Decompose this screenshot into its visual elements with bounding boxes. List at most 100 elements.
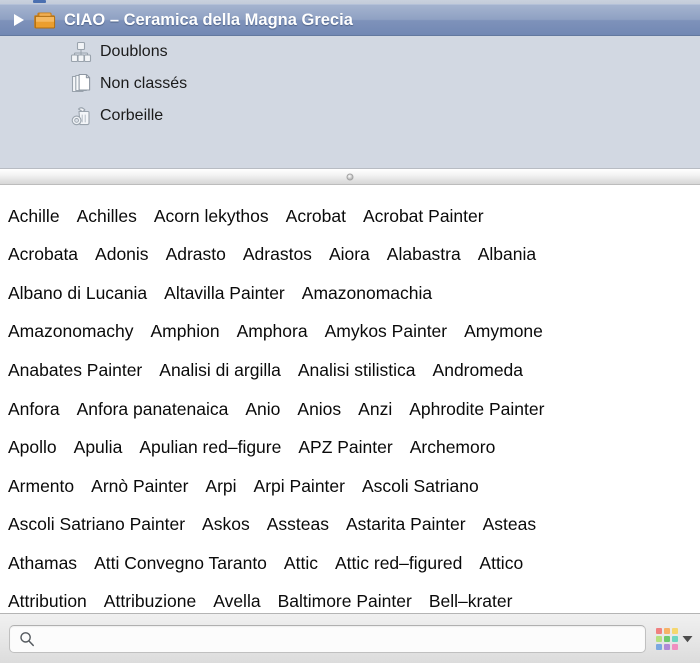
tag-item[interactable]: Adonis (95, 246, 149, 264)
folder-icon (34, 9, 56, 31)
tag-item[interactable]: Alabastra (387, 246, 461, 264)
tag-row: Achille Achilles Acorn lekythos Acrobat … (8, 197, 692, 236)
tag-item[interactable]: Atti Convegno Taranto (94, 554, 267, 573)
tag-item[interactable]: Attic red–figured (335, 554, 462, 573)
tag-item[interactable]: Acrobat (286, 207, 346, 226)
tag-item[interactable]: Anfora (8, 400, 60, 419)
scrolled-off-row-mark (33, 0, 46, 3)
color-swatch-red[interactable] (656, 627, 662, 634)
tag-item[interactable]: Achille (8, 207, 60, 226)
tag-row: Anabates Painter Analisi di argilla Anal… (8, 351, 692, 390)
tag-row: Acrobata Adonis Adrasto Adrastos Aiora A… (8, 236, 692, 275)
tag-item[interactable]: Analisi di argilla (159, 361, 281, 380)
source-item-non-classes[interactable]: Non classés (0, 68, 700, 100)
tag-row: Attribution Attribuzione Avella Baltimor… (8, 583, 692, 613)
source-item-corbeille[interactable]: Corbeille (0, 100, 700, 132)
tag-item[interactable]: Albania (478, 246, 536, 264)
tag-item[interactable]: Acorn lekythos (154, 207, 269, 226)
search-icon (18, 630, 36, 648)
tag-item[interactable]: Amphion (150, 323, 219, 341)
tag-cloud-pane: Achille Achilles Acorn lekythos Acrobat … (0, 185, 700, 613)
tag-item[interactable]: Anio (245, 400, 280, 419)
tag-item[interactable]: Arpi Painter (254, 477, 345, 496)
bottom-toolbar (0, 613, 700, 663)
tag-item[interactable]: Attribution (8, 593, 87, 611)
tag-item[interactable]: Avella (213, 593, 260, 611)
tag-item[interactable]: APZ Painter (298, 439, 392, 457)
color-grid-icon[interactable] (656, 627, 678, 650)
tag-item[interactable]: Achilles (77, 207, 137, 226)
search-input[interactable] (42, 627, 637, 650)
tag-item[interactable]: Astarita Painter (346, 516, 466, 534)
tag-item[interactable]: Athamas (8, 554, 77, 573)
tag-item[interactable]: Askos (202, 516, 250, 534)
tag-item[interactable]: Acrobat Painter (363, 207, 484, 226)
tag-item[interactable]: Ascoli Satriano Painter (8, 516, 185, 534)
source-list-pane: CIAO – Ceramica della Magna Grecia Doubl… (0, 0, 700, 168)
tag-item[interactable]: Apollo (8, 439, 57, 457)
source-item-doublons[interactable]: Doublons (0, 36, 700, 68)
source-item-label: Doublons (100, 43, 168, 60)
color-swatch-lightgreen[interactable] (656, 635, 662, 642)
tag-row: Amazonomachy Amphion Amphora Amykos Pain… (8, 313, 692, 352)
tag-item[interactable]: Attic (284, 554, 318, 573)
tag-item[interactable]: Ascoli Satriano (362, 477, 479, 496)
tag-item[interactable]: Amazonomachy (8, 323, 133, 341)
tag-row: Apollo Apulia Apulian red–figure APZ Pai… (8, 429, 692, 468)
tag-item[interactable]: Aiora (329, 246, 370, 264)
tag-item[interactable]: Anios (297, 400, 341, 419)
tag-item[interactable]: Archemoro (410, 439, 496, 457)
tag-item[interactable]: Amphora (237, 323, 308, 341)
color-swatch-yellow[interactable] (672, 627, 678, 634)
tag-item[interactable]: Arnò Painter (91, 477, 188, 496)
tag-item[interactable]: Asteas (483, 516, 537, 534)
tag-item[interactable]: Acrobata (8, 246, 78, 264)
tag-item[interactable]: Andromeda (433, 361, 523, 380)
tag-item[interactable]: Bell–krater (429, 593, 513, 611)
tag-row: Armento Arnò Painter Arpi Arpi Painter A… (8, 467, 692, 506)
source-item-label: Corbeille (100, 107, 164, 124)
tag-item[interactable]: Anfora panatenaica (77, 400, 229, 419)
color-swatch-blue[interactable] (656, 643, 662, 650)
source-item-label: CIAO – Ceramica della Magna Grecia (64, 10, 353, 29)
tag-row: Anfora Anfora panatenaica Anio Anios Anz… (8, 390, 692, 429)
color-swatch-purple[interactable] (664, 643, 670, 650)
tag-item[interactable]: Amykos Painter (325, 323, 448, 341)
tag-row: Albano di Lucania Altavilla Painter Amaz… (8, 274, 692, 313)
splitter-dot-handle-icon[interactable] (346, 173, 354, 180)
trash-icon (70, 105, 92, 127)
tag-item[interactable]: Adrastos (243, 246, 312, 264)
color-swatch-green[interactable] (664, 635, 670, 642)
tag-item[interactable]: Apulian red–figure (139, 439, 281, 457)
tag-item[interactable]: Amazonomachia (302, 284, 432, 303)
search-field[interactable] (9, 624, 646, 653)
tag-item[interactable]: Baltimore Painter (278, 593, 412, 611)
tag-item[interactable]: Aphrodite Painter (409, 400, 544, 419)
tag-item[interactable]: Amymone (464, 323, 543, 341)
chevron-down-icon[interactable] (682, 633, 693, 644)
source-item-database-root[interactable]: CIAO – Ceramica della Magna Grecia (0, 4, 700, 36)
tag-item[interactable]: Attico (479, 554, 523, 573)
tag-row: Athamas Atti Convegno Taranto Attic Atti… (8, 544, 692, 583)
tag-item[interactable]: Anabates Painter (8, 361, 142, 380)
color-swatch-teal[interactable] (672, 635, 678, 642)
tag-item[interactable]: Altavilla Painter (164, 284, 285, 303)
tag-item[interactable]: Albano di Lucania (8, 284, 147, 303)
tag-item[interactable]: Attribuzione (104, 593, 196, 611)
tag-item[interactable]: Arpi (205, 477, 236, 496)
tag-item[interactable]: Apulia (74, 439, 123, 457)
disclosure-triangle-right-icon[interactable] (10, 12, 26, 28)
tag-item[interactable]: Analisi stilistica (298, 361, 416, 380)
tag-item[interactable]: Anzi (358, 400, 392, 419)
color-swatch-pink[interactable] (672, 643, 678, 650)
tag-item[interactable]: Assteas (267, 516, 329, 534)
tag-item[interactable]: Adrasto (166, 246, 226, 264)
source-item-label: Non classés (100, 75, 188, 92)
pane-splitter[interactable] (0, 168, 700, 185)
tag-item[interactable]: Armento (8, 477, 74, 496)
color-swatch-orange[interactable] (664, 627, 670, 634)
label-color-picker-button[interactable] (655, 624, 694, 654)
unfiled-documents-icon (70, 73, 92, 95)
duplicates-icon (70, 41, 92, 63)
tag-row: Ascoli Satriano Painter Askos Assteas As… (8, 506, 692, 545)
